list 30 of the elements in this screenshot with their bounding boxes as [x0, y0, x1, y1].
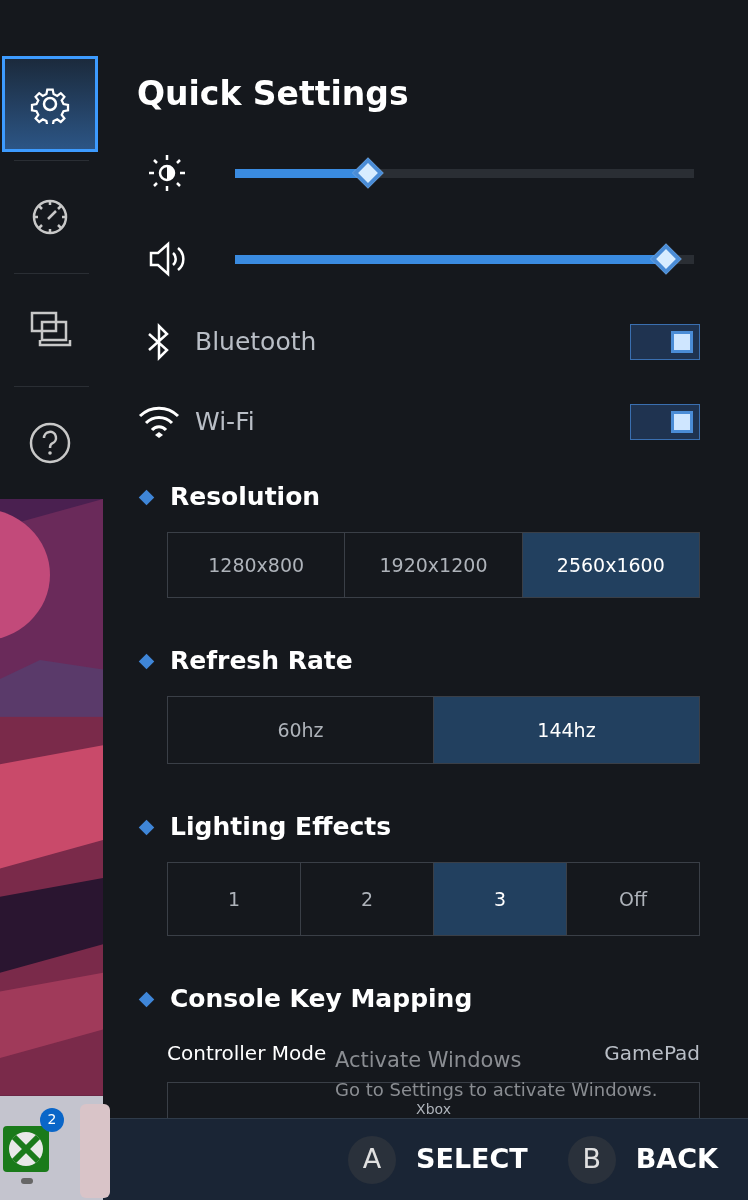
setting-value: GamePad [604, 1040, 700, 1067]
section-heading: Refresh Rate [170, 645, 353, 677]
gauge-icon [30, 197, 70, 237]
option-button[interactable]: 144hz [433, 697, 699, 763]
volume-icon [147, 239, 187, 279]
setting-label: Controller Mode [167, 1040, 327, 1067]
notification-badge: 2 [40, 1107, 64, 1132]
toggle-label: Wi-Fi [195, 406, 255, 439]
panel-title: Quick Settings [137, 73, 410, 115]
section-heading: Console Key Mapping [170, 983, 473, 1015]
section-heading: Resolution [170, 481, 321, 513]
running-indicator [21, 1177, 33, 1184]
option-button[interactable]: 2560x1600 [521, 533, 699, 597]
wifi-icon [137, 404, 181, 440]
key-icon: B [567, 1135, 616, 1184]
footer-button[interactable]: B BACK [567, 1135, 718, 1184]
brightness-icon [147, 153, 187, 193]
watermark-title: Activate Windows [335, 1047, 522, 1074]
toggle-switch[interactable] [630, 404, 700, 440]
help-icon [28, 421, 72, 465]
footer-button[interactable]: A SELECT [348, 1135, 528, 1184]
toggle-label: Bluetooth [195, 326, 317, 359]
key-icon: A [348, 1135, 396, 1184]
toggle-switch[interactable] [630, 324, 700, 360]
section-heading: Lighting Effects [170, 811, 392, 843]
option-button[interactable]: 3 [433, 863, 566, 935]
xbox-app-icon[interactable] [3, 1125, 49, 1172]
watermark-text: Go to Settings to activate Windows. [335, 1080, 658, 1100]
sidebar-tab[interactable] [2, 56, 98, 152]
taskbar-tile[interactable] [80, 1103, 110, 1198]
